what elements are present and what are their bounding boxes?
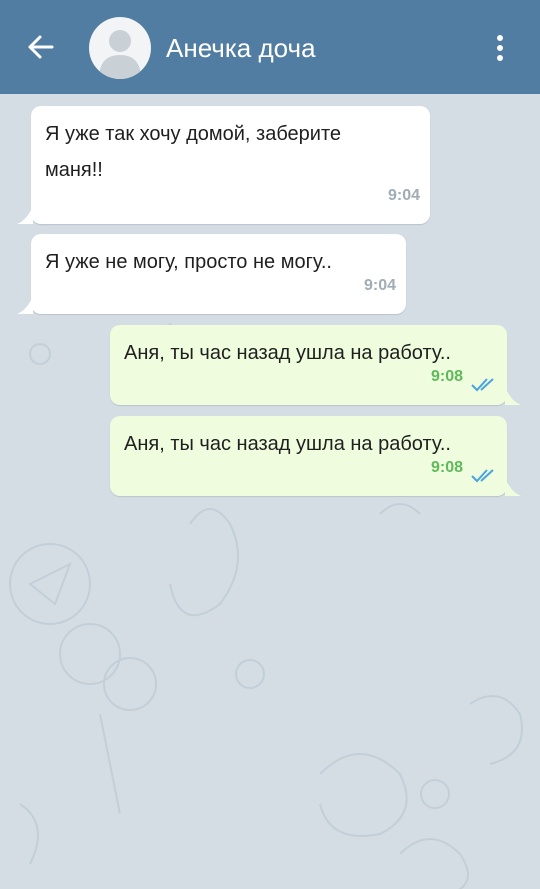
message-time: 9:04 <box>363 277 396 294</box>
message-text: Я уже так хочу домой, заберите маня!! <box>45 116 416 188</box>
message-bubble-outgoing[interactable]: Аня, ты час назад ушла на работу.. 9:08 <box>110 325 521 405</box>
message-bubble-incoming[interactable]: Я уже так хочу домой, заберите маня!! 9:… <box>17 106 430 224</box>
message-text-line: Я уже так хочу домой, заберите <box>45 123 342 145</box>
message-text: Я уже не могу, просто не могу.. <box>45 251 332 273</box>
more-options-icon[interactable] <box>486 30 514 66</box>
message-bubble-outgoing[interactable]: Аня, ты час назад ушла на работу.. 9:08 <box>110 416 521 496</box>
avatar[interactable] <box>89 17 151 79</box>
bubble-tail <box>17 206 33 224</box>
double-check-icon <box>471 378 494 392</box>
message-time: 9:08 <box>430 368 463 385</box>
back-arrow-icon[interactable] <box>24 30 56 64</box>
double-check-icon <box>471 469 494 483</box>
default-user-icon <box>99 30 141 79</box>
bubble-tail <box>505 478 521 496</box>
bubble-tail <box>17 296 33 314</box>
message-bubble-incoming[interactable]: Я уже не могу, просто не могу.. 9:04 <box>17 234 406 314</box>
message-time: 9:08 <box>430 459 463 476</box>
message-time: 9:04 <box>387 187 420 204</box>
message-text-line: маня!! <box>45 159 103 181</box>
chat-header: Анечка доча <box>0 0 540 94</box>
chat-title[interactable]: Анечка доча <box>166 33 316 63</box>
bubble-tail <box>505 387 521 405</box>
